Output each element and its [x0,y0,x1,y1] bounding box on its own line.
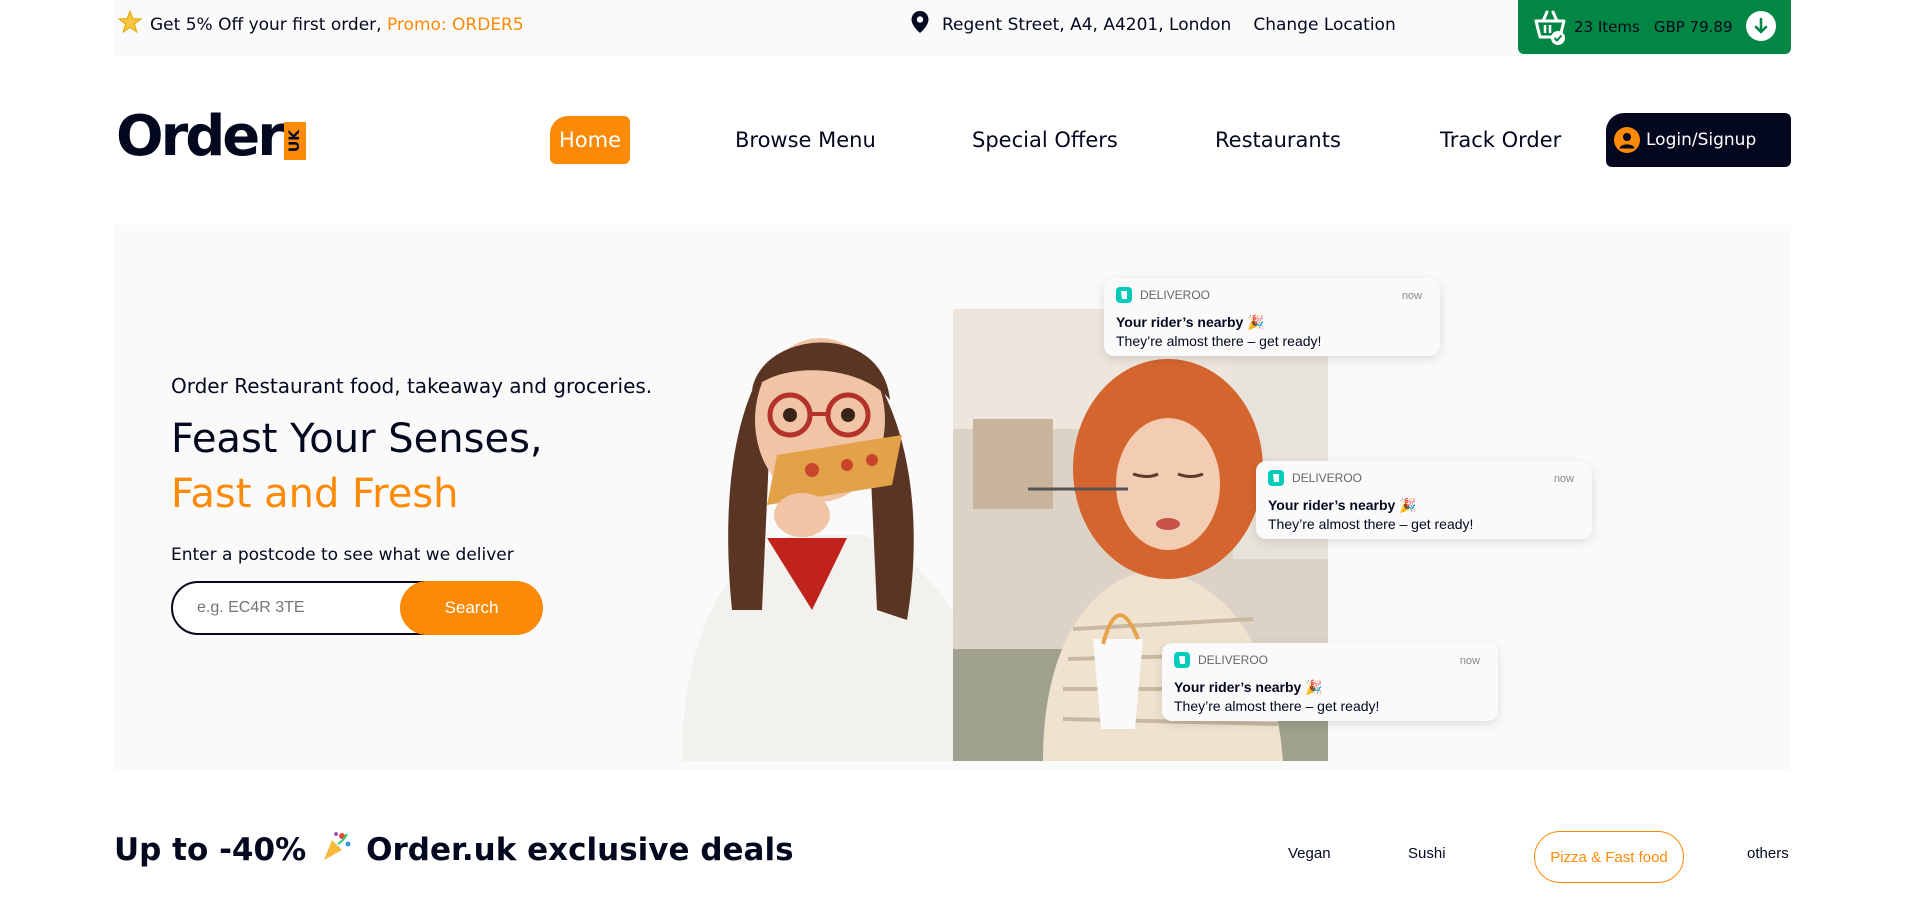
deliveroo-icon [1174,652,1190,668]
notification-time: now [1553,473,1574,485]
nav-home[interactable]: Home [550,116,630,164]
login-signup-button[interactable]: Login/Signup [1606,113,1791,167]
login-label: Login/Signup [1646,130,1757,150]
category-others[interactable]: others [1747,845,1789,862]
basket-icon [1530,7,1570,47]
deals-prefix: Up to -40% [114,832,307,868]
deals-heading: Up to -40% Order.uk exclusive deals [114,830,794,870]
notification-title: Your rider’s nearby 🎉 [1268,497,1417,513]
promo-banner: Get 5% Off your first order, Promo: ORDE… [117,9,524,39]
search-button[interactable]: Search [400,581,543,635]
deliveroo-icon [1116,287,1132,303]
nav-restaurants[interactable]: Restaurants [1215,116,1341,164]
promo-text: Get 5% Off your first order, [150,14,382,35]
hero-tagline: Order Restaurant food, takeaway and groc… [171,374,653,398]
star-icon [117,9,143,39]
category-pizza-fast-food[interactable]: Pizza & Fast food [1534,831,1684,883]
cart-total: GBP 79.89 [1653,18,1733,36]
promo-code[interactable]: Promo: ORDER5 [387,15,524,35]
user-icon [1614,127,1640,153]
location-pin-icon [910,10,930,39]
logo-word: Order [116,103,285,169]
category-sushi[interactable]: Sushi [1408,845,1446,862]
location-bar: Regent Street, A4, A4201, London Change … [910,10,1396,39]
cart-summary[interactable]: 23 Items GBP 79.89 [1518,0,1791,54]
deals-title: Order.uk exclusive deals [366,832,794,868]
nav-track-order[interactable]: Track Order [1440,116,1561,164]
notification-time: now [1459,655,1480,667]
hero-image-girl-pizza [662,310,1002,761]
deliveroo-icon [1268,470,1284,486]
postcode-label: Enter a postcode to see what we deliver [171,545,514,565]
hero-headline: Feast Your Senses, [171,416,543,462]
notification-title: Your rider’s nearby 🎉 [1116,314,1265,330]
notification-body: They’re almost there – get ready! [1268,516,1474,532]
notification-body: They’re almost there – get ready! [1174,698,1380,714]
change-location-link[interactable]: Change Location [1253,15,1395,35]
hero-headline-accent: Fast and Fresh [171,471,459,517]
category-vegan[interactable]: Vegan [1288,845,1331,862]
nav-special-offers[interactable]: Special Offers [972,116,1118,164]
notification-card: DELIVEROO now Your rider’s nearby 🎉 They… [1256,461,1592,539]
notification-app: DELIVEROO [1292,471,1363,485]
notification-title: Your rider’s nearby 🎉 [1174,679,1323,695]
arrow-down-icon[interactable] [1746,11,1776,41]
notification-app: DELIVEROO [1140,288,1211,302]
cart-item-count: 23 Items [1574,18,1640,36]
notification-card: DELIVEROO now Your rider’s nearby 🎉 They… [1162,643,1498,721]
logo-badge: UK [283,122,306,160]
party-icon [320,830,352,870]
address-text: Regent Street, A4, A4201, London [942,14,1232,35]
notification-app: DELIVEROO [1198,653,1269,667]
notification-body: They’re almost there – get ready! [1116,333,1322,349]
logo[interactable]: Order UK [116,103,306,169]
postcode-search: Search [171,581,543,635]
nav-browse-menu[interactable]: Browse Menu [735,116,876,164]
notification-time: now [1401,290,1422,302]
notification-card: DELIVEROO now Your rider’s nearby 🎉 They… [1104,278,1440,356]
